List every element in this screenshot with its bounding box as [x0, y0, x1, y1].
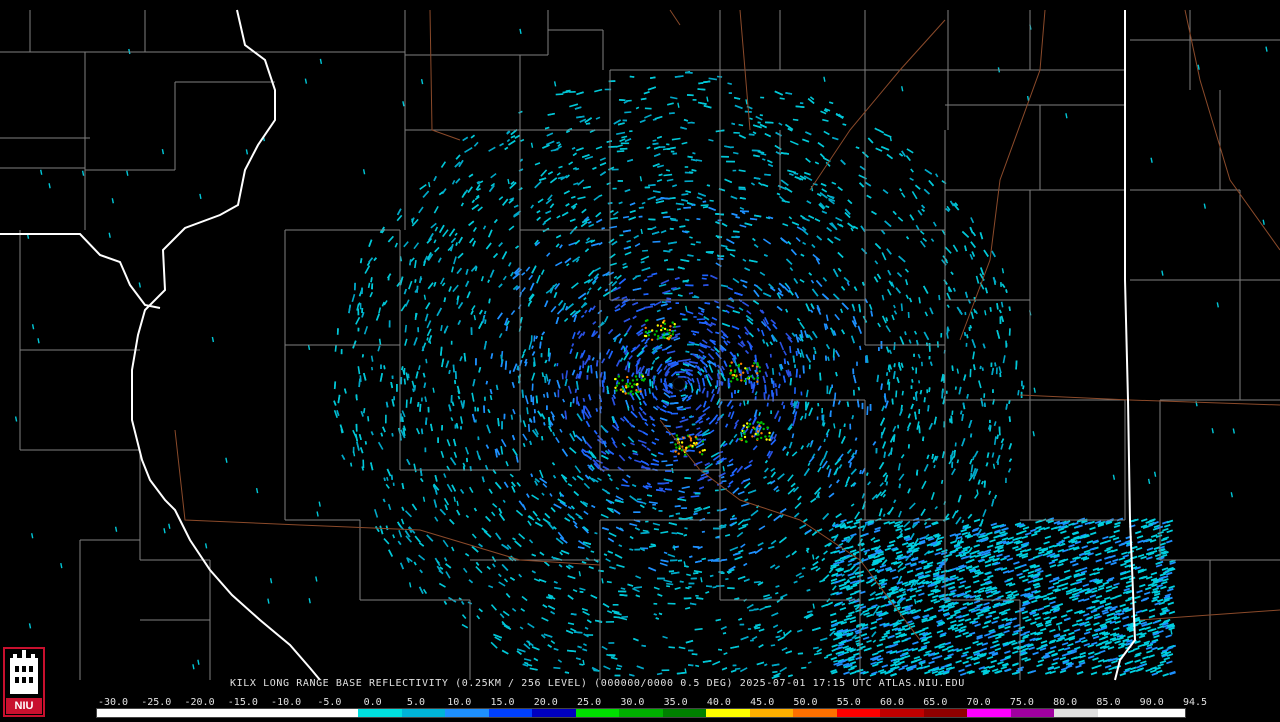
scale-swatch: [271, 709, 315, 717]
scale-label: 20.0: [534, 697, 558, 708]
scale-label: 60.0: [880, 697, 904, 708]
scale-label: 75.0: [1010, 697, 1034, 708]
scale-swatch: [924, 709, 968, 717]
scale-label: 85.0: [1096, 697, 1120, 708]
scale-label: 55.0: [837, 697, 861, 708]
product-caption: KILX LONG RANGE BASE REFLECTIVITY (0.25K…: [230, 678, 965, 689]
radar-site: [673, 378, 685, 390]
scale-label: 5.0: [407, 697, 425, 708]
scale-label: -25.0: [141, 697, 171, 708]
scale-swatch: [967, 709, 1011, 717]
scale-label: 15.0: [490, 697, 514, 708]
scale-label: 80.0: [1053, 697, 1077, 708]
scale-swatch: [750, 709, 794, 717]
scale-label: 94.5: [1183, 697, 1207, 708]
scale-swatch: [228, 709, 272, 717]
scale-label: 25.0: [577, 697, 601, 708]
scale-swatch: [489, 709, 533, 717]
scale-swatch: [1054, 709, 1098, 717]
color-scale-bar: [96, 708, 1186, 718]
scale-swatch: [837, 709, 881, 717]
scale-swatch: [576, 709, 620, 717]
logo-text: NIU: [2, 700, 46, 712]
scale-label: -15.0: [228, 697, 258, 708]
niu-logo: NIU: [2, 646, 46, 718]
scale-swatch: [880, 709, 924, 717]
scale-swatch: [706, 709, 750, 717]
scale-label: 90.0: [1140, 697, 1164, 708]
radar-site-marker: [673, 378, 685, 390]
scale-label: 50.0: [793, 697, 817, 708]
scale-swatch: [532, 709, 576, 717]
scale-label: -5.0: [317, 697, 341, 708]
scale-swatch: [358, 709, 402, 717]
scale-label: 40.0: [707, 697, 731, 708]
scale-label: 10.0: [447, 697, 471, 708]
scale-swatch: [1098, 709, 1142, 717]
scale-swatch: [1011, 709, 1055, 717]
scale-label: 70.0: [967, 697, 991, 708]
scale-swatch: [315, 709, 359, 717]
scale-label: -20.0: [184, 697, 214, 708]
scale-label: 30.0: [620, 697, 644, 708]
scale-swatch: [663, 709, 707, 717]
scale-label: 0.0: [364, 697, 382, 708]
scale-swatch: [1141, 709, 1185, 717]
radar-map: [0, 0, 1280, 720]
scale-label: 45.0: [750, 697, 774, 708]
scale-swatch: [97, 709, 141, 717]
scale-label: -10.0: [271, 697, 301, 708]
scale-swatch: [445, 709, 489, 717]
scale-swatch: [141, 709, 185, 717]
scale-swatch: [793, 709, 837, 717]
scale-swatch: [184, 709, 228, 717]
scale-label: 65.0: [923, 697, 947, 708]
scale-label: 35.0: [664, 697, 688, 708]
scale-swatch: [402, 709, 446, 717]
scale-label: -30.0: [98, 697, 128, 708]
scale-swatch: [619, 709, 663, 717]
